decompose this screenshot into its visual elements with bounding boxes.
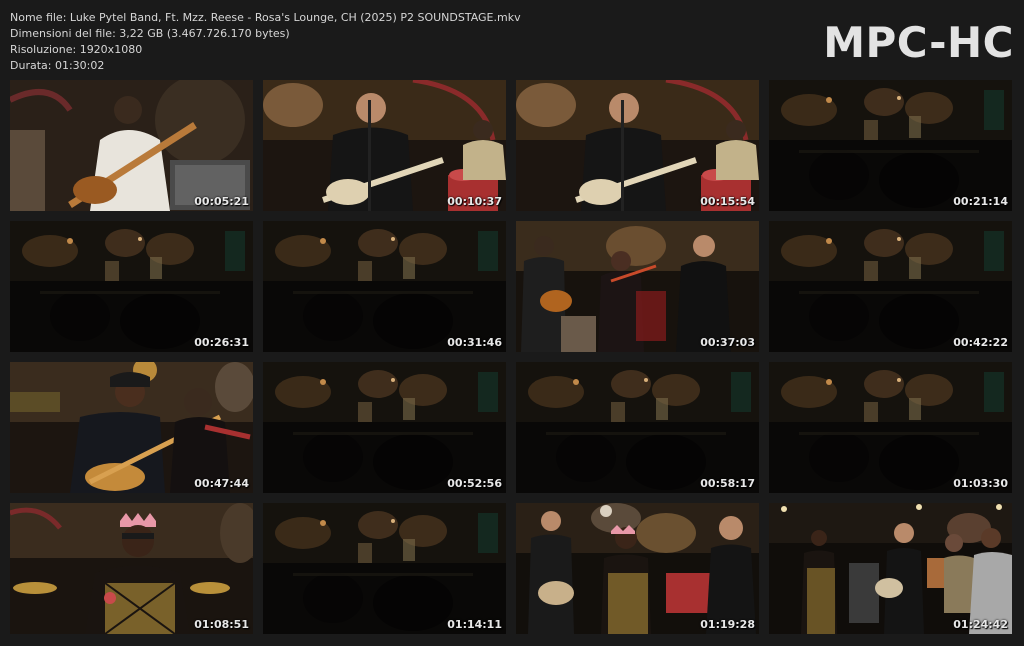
thumbnail-image — [10, 80, 253, 211]
thumbnail[interactable]: 00:05:21 — [10, 80, 253, 211]
thumbnail-image — [263, 362, 506, 493]
thumbnail-image — [516, 221, 759, 352]
thumbnail[interactable]: 00:15:54 — [516, 80, 759, 211]
thumbnail[interactable]: 01:24:42 — [769, 503, 1012, 634]
thumbnail[interactable]: 01:03:30 — [769, 362, 1012, 493]
thumbnail-image — [263, 503, 506, 634]
file-name: Nome file: Luke Pytel Band, Ft. Mzz. Ree… — [10, 11, 521, 24]
thumbnail-timestamp: 00:52:56 — [447, 477, 502, 490]
thumbnail-image — [769, 80, 1012, 211]
thumbnail-sheet: Nome file: Luke Pytel Band, Ft. Mzz. Ree… — [0, 0, 1024, 646]
thumbnail-timestamp: 00:10:37 — [447, 195, 502, 208]
thumbnail[interactable]: 00:31:46 — [263, 221, 506, 352]
thumbnail-grid: 00:05:21 00:10:37 00:15:54 00:21:14 00:2… — [10, 80, 1013, 634]
thumbnail-timestamp: 00:15:54 — [700, 195, 755, 208]
thumbnail-image — [10, 221, 253, 352]
thumbnail-image — [769, 362, 1012, 493]
thumbnail[interactable]: 00:10:37 — [263, 80, 506, 211]
file-size: Dimensioni del file: 3,22 GB (3.467.726.… — [10, 27, 290, 40]
thumbnail-timestamp: 01:24:42 — [953, 618, 1008, 631]
file-info: Nome file: Luke Pytel Band, Ft. Mzz. Ree… — [10, 10, 521, 74]
thumbnail[interactable]: 01:14:11 — [263, 503, 506, 634]
thumbnail-timestamp: 00:42:22 — [953, 336, 1008, 349]
thumbnail-image — [263, 80, 506, 211]
thumbnail-image — [516, 80, 759, 211]
thumbnail-timestamp: 00:47:44 — [194, 477, 249, 490]
thumbnail-timestamp: 01:19:28 — [700, 618, 755, 631]
thumbnail-timestamp: 01:08:51 — [194, 618, 249, 631]
thumbnail-image — [769, 221, 1012, 352]
thumbnail-image — [10, 362, 253, 493]
thumbnail-timestamp: 00:05:21 — [194, 195, 249, 208]
app-logo: MPC-HC — [823, 18, 1014, 67]
thumbnail-image — [769, 503, 1012, 634]
thumbnail-timestamp: 00:37:03 — [700, 336, 755, 349]
thumbnail-timestamp: 00:31:46 — [447, 336, 502, 349]
thumbnail-image — [263, 221, 506, 352]
thumbnail[interactable]: 00:26:31 — [10, 221, 253, 352]
thumbnail-timestamp: 00:58:17 — [700, 477, 755, 490]
thumbnail[interactable]: 00:58:17 — [516, 362, 759, 493]
resolution: Risoluzione: 1920x1080 — [10, 43, 143, 56]
thumbnail-timestamp: 01:14:11 — [447, 618, 502, 631]
thumbnail[interactable]: 00:37:03 — [516, 221, 759, 352]
thumbnail-image — [516, 503, 759, 634]
thumbnail[interactable]: 01:08:51 — [10, 503, 253, 634]
thumbnail[interactable]: 00:47:44 — [10, 362, 253, 493]
thumbnail[interactable]: 01:19:28 — [516, 503, 759, 634]
duration: Durata: 01:30:02 — [10, 59, 105, 72]
thumbnail-timestamp: 00:21:14 — [953, 195, 1008, 208]
thumbnail[interactable]: 00:21:14 — [769, 80, 1012, 211]
thumbnail-image — [516, 362, 759, 493]
thumbnail[interactable]: 00:52:56 — [263, 362, 506, 493]
thumbnail-image — [10, 503, 253, 634]
thumbnail-timestamp: 01:03:30 — [953, 477, 1008, 490]
thumbnail[interactable]: 00:42:22 — [769, 221, 1012, 352]
thumbnail-timestamp: 00:26:31 — [194, 336, 249, 349]
